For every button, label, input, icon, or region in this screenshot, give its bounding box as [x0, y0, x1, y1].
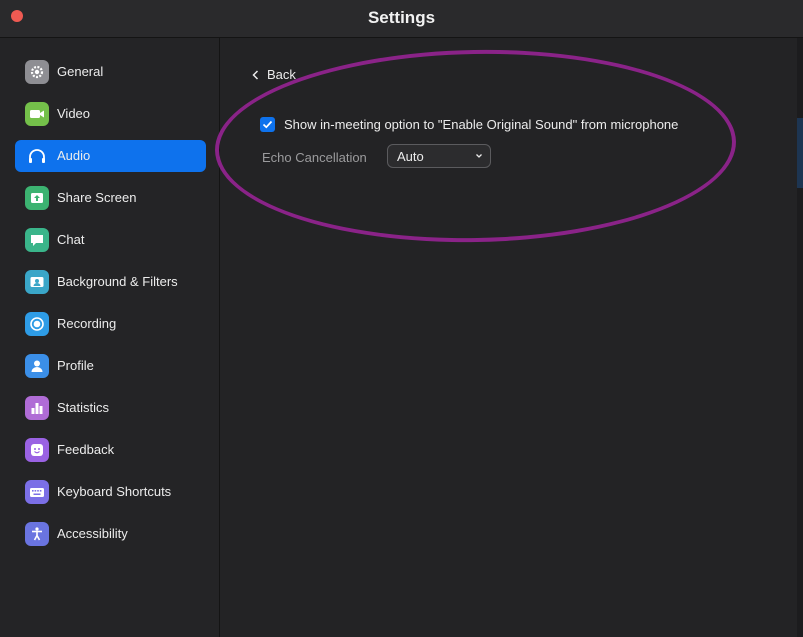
- sidebar-item-accessibility[interactable]: Accessibility: [15, 518, 206, 550]
- original-sound-label: Show in-meeting option to "Enable Origin…: [284, 117, 679, 132]
- checkmark-icon: [262, 120, 273, 129]
- original-sound-checkbox[interactable]: [260, 117, 275, 132]
- sidebar-item-label: Chat: [57, 232, 85, 247]
- sidebar-item-label: Keyboard Shortcuts: [57, 484, 172, 499]
- chevron-left-icon: [252, 69, 259, 80]
- sidebar-item-label: Video: [57, 106, 91, 121]
- sidebar-item-chat[interactable]: Chat: [15, 224, 206, 256]
- record-icon: [25, 312, 49, 336]
- sidebar-item-statistics[interactable]: Statistics: [15, 392, 206, 424]
- settings-sidebar: General Video Audio Share Screen Chat Ba…: [0, 38, 220, 637]
- sidebar-item-feedback[interactable]: Feedback: [15, 434, 206, 466]
- back-label: Back: [267, 67, 296, 82]
- echo-cancellation-dropdown[interactable]: Auto: [387, 144, 491, 168]
- chat-bubble-icon: [25, 228, 49, 252]
- accessibility-icon: [25, 522, 49, 546]
- sidebar-item-label: Profile: [57, 358, 94, 373]
- headphones-icon: [25, 144, 49, 168]
- sidebar-item-keyboard-shortcuts[interactable]: Keyboard Shortcuts: [15, 476, 206, 508]
- bar-chart-icon: [25, 396, 49, 420]
- sidebar-item-audio[interactable]: Audio: [15, 140, 206, 172]
- sidebar-item-recording[interactable]: Recording: [15, 308, 206, 340]
- sidebar-item-general[interactable]: General: [15, 56, 206, 88]
- smiley-icon: [25, 438, 49, 462]
- echo-cancellation-value: Auto: [397, 149, 424, 164]
- back-button[interactable]: Back: [252, 67, 296, 82]
- window-title: Settings: [367, 8, 436, 27]
- sidebar-item-label: Background & Filters: [57, 274, 178, 289]
- background-window-edge: [797, 38, 803, 637]
- sidebar-item-label: Statistics: [57, 400, 110, 415]
- sidebar-item-video[interactable]: Video: [15, 98, 206, 130]
- sidebar-item-label: Accessibility: [57, 526, 128, 541]
- echo-cancellation-label: Echo Cancellation: [262, 150, 367, 165]
- gear-icon: [25, 60, 49, 84]
- chevron-down-icon: [476, 154, 482, 158]
- video-camera-icon: [25, 102, 49, 126]
- sidebar-item-profile[interactable]: Profile: [15, 350, 206, 382]
- title-bar: Settings: [0, 0, 803, 38]
- share-screen-icon: [25, 186, 49, 210]
- keyboard-icon: [25, 480, 49, 504]
- sidebar-item-background-filters[interactable]: Background & Filters: [15, 266, 206, 298]
- background-icon: [25, 270, 49, 294]
- sidebar-item-share-screen[interactable]: Share Screen: [15, 182, 206, 214]
- sidebar-item-label: Recording: [57, 316, 117, 331]
- sidebar-item-label: Feedback: [57, 442, 115, 457]
- sidebar-item-label: Share Screen: [57, 190, 137, 205]
- sidebar-item-label: Audio: [57, 148, 91, 163]
- profile-icon: [25, 354, 49, 378]
- audio-settings-panel: Back Show in-meeting option to "Enable O…: [220, 38, 803, 637]
- sidebar-item-label: General: [57, 64, 104, 79]
